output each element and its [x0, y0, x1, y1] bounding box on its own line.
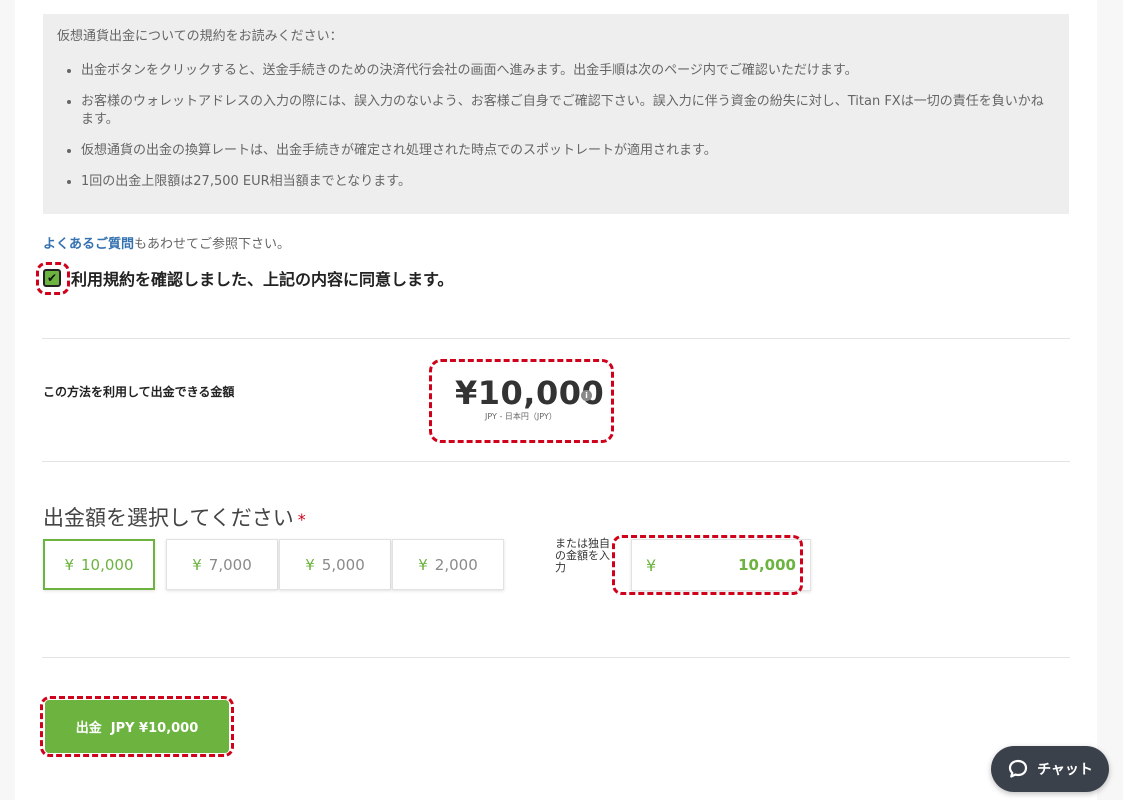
available-amount-label: この方法を利用して出金できる金額	[43, 385, 235, 399]
chat-bubble-icon	[1008, 759, 1028, 778]
amount-option-label: 10,000	[81, 555, 134, 574]
check-icon: ✔	[46, 271, 58, 285]
amount-option-label: 2,000	[434, 555, 478, 574]
amount-option-2000[interactable]: ¥2,000	[392, 539, 504, 590]
withdrawal-page: 仮想通貨出金についての規約をお読みください： 出金ボタンをクリックすると、送金手…	[15, 0, 1097, 800]
select-title-text: 出金額を選択してください	[43, 506, 294, 530]
notice-item: 1回の出金上限額は27,500 EUR相当額までとなります。	[81, 173, 1055, 191]
faq-line: よくあるご質問もあわせてご参照下さい。	[43, 233, 290, 252]
divider	[42, 461, 1070, 462]
notice-heading: 仮想通貨出金についての規約をお読みください：	[57, 29, 343, 44]
faq-suffix: もあわせてご参照下さい。	[134, 237, 291, 252]
amount-option-5000[interactable]: ¥5,000	[279, 539, 391, 590]
custom-amount-input[interactable]: ¥ 10,000	[631, 539, 811, 591]
amount-option-label: 7,000	[208, 555, 252, 574]
info-icon[interactable]: i	[581, 390, 592, 401]
notice-list: 出金ボタンをクリックすると、送金手続きのための決済代行会社の画面へ進みます。出金…	[57, 62, 1055, 191]
currency-note: JPY - 日本円（JPY）	[485, 412, 557, 421]
agree-label[interactable]: 利用規約を確認しました、上記の内容に同意します。	[71, 266, 453, 290]
withdraw-button[interactable]: 出金 JPY ¥10,000	[45, 700, 229, 753]
required-mark: *	[297, 510, 306, 529]
notice-item: 仮想通貨の出金の換算レートは、出金手続きが確定され処理された時点でのスポットレー…	[81, 142, 1055, 160]
amount-option-label: 5,000	[321, 555, 365, 574]
chat-label: チャット	[1037, 762, 1093, 778]
divider	[42, 338, 1070, 339]
divider	[42, 657, 1070, 658]
custom-amount-label: または独自の金額を入力	[555, 537, 610, 574]
amount-option-7000[interactable]: ¥7,000	[166, 539, 278, 590]
notice-item: 出金ボタンをクリックすると、送金手続きのための決済代行会社の画面へ進みます。出金…	[81, 62, 1055, 80]
agree-checkbox[interactable]: ✔	[43, 269, 61, 287]
yen-icon: ¥	[64, 555, 75, 574]
faq-link[interactable]: よくあるご質問	[43, 237, 134, 252]
yen-icon: ¥	[305, 555, 315, 574]
select-amount-title: 出金額を選択してください *	[43, 502, 306, 532]
yen-icon: ¥	[418, 555, 428, 574]
yen-icon: ¥	[646, 555, 657, 575]
chat-button[interactable]: チャット	[991, 746, 1109, 792]
amount-option-10000[interactable]: ¥10,000	[43, 539, 155, 590]
agree-row: ✔ 利用規約を確認しました、上記の内容に同意します。	[43, 263, 453, 293]
custom-amount-value[interactable]: 10,000	[738, 556, 796, 574]
notice-item: お客様のウォレットアドレスの入力の際には、誤入力のないよう、お客様ご自身でご確認…	[81, 93, 1055, 129]
terms-notice: 仮想通貨出金についての規約をお読みください： 出金ボタンをクリックすると、送金手…	[43, 14, 1069, 214]
yen-icon: ¥	[192, 555, 202, 574]
